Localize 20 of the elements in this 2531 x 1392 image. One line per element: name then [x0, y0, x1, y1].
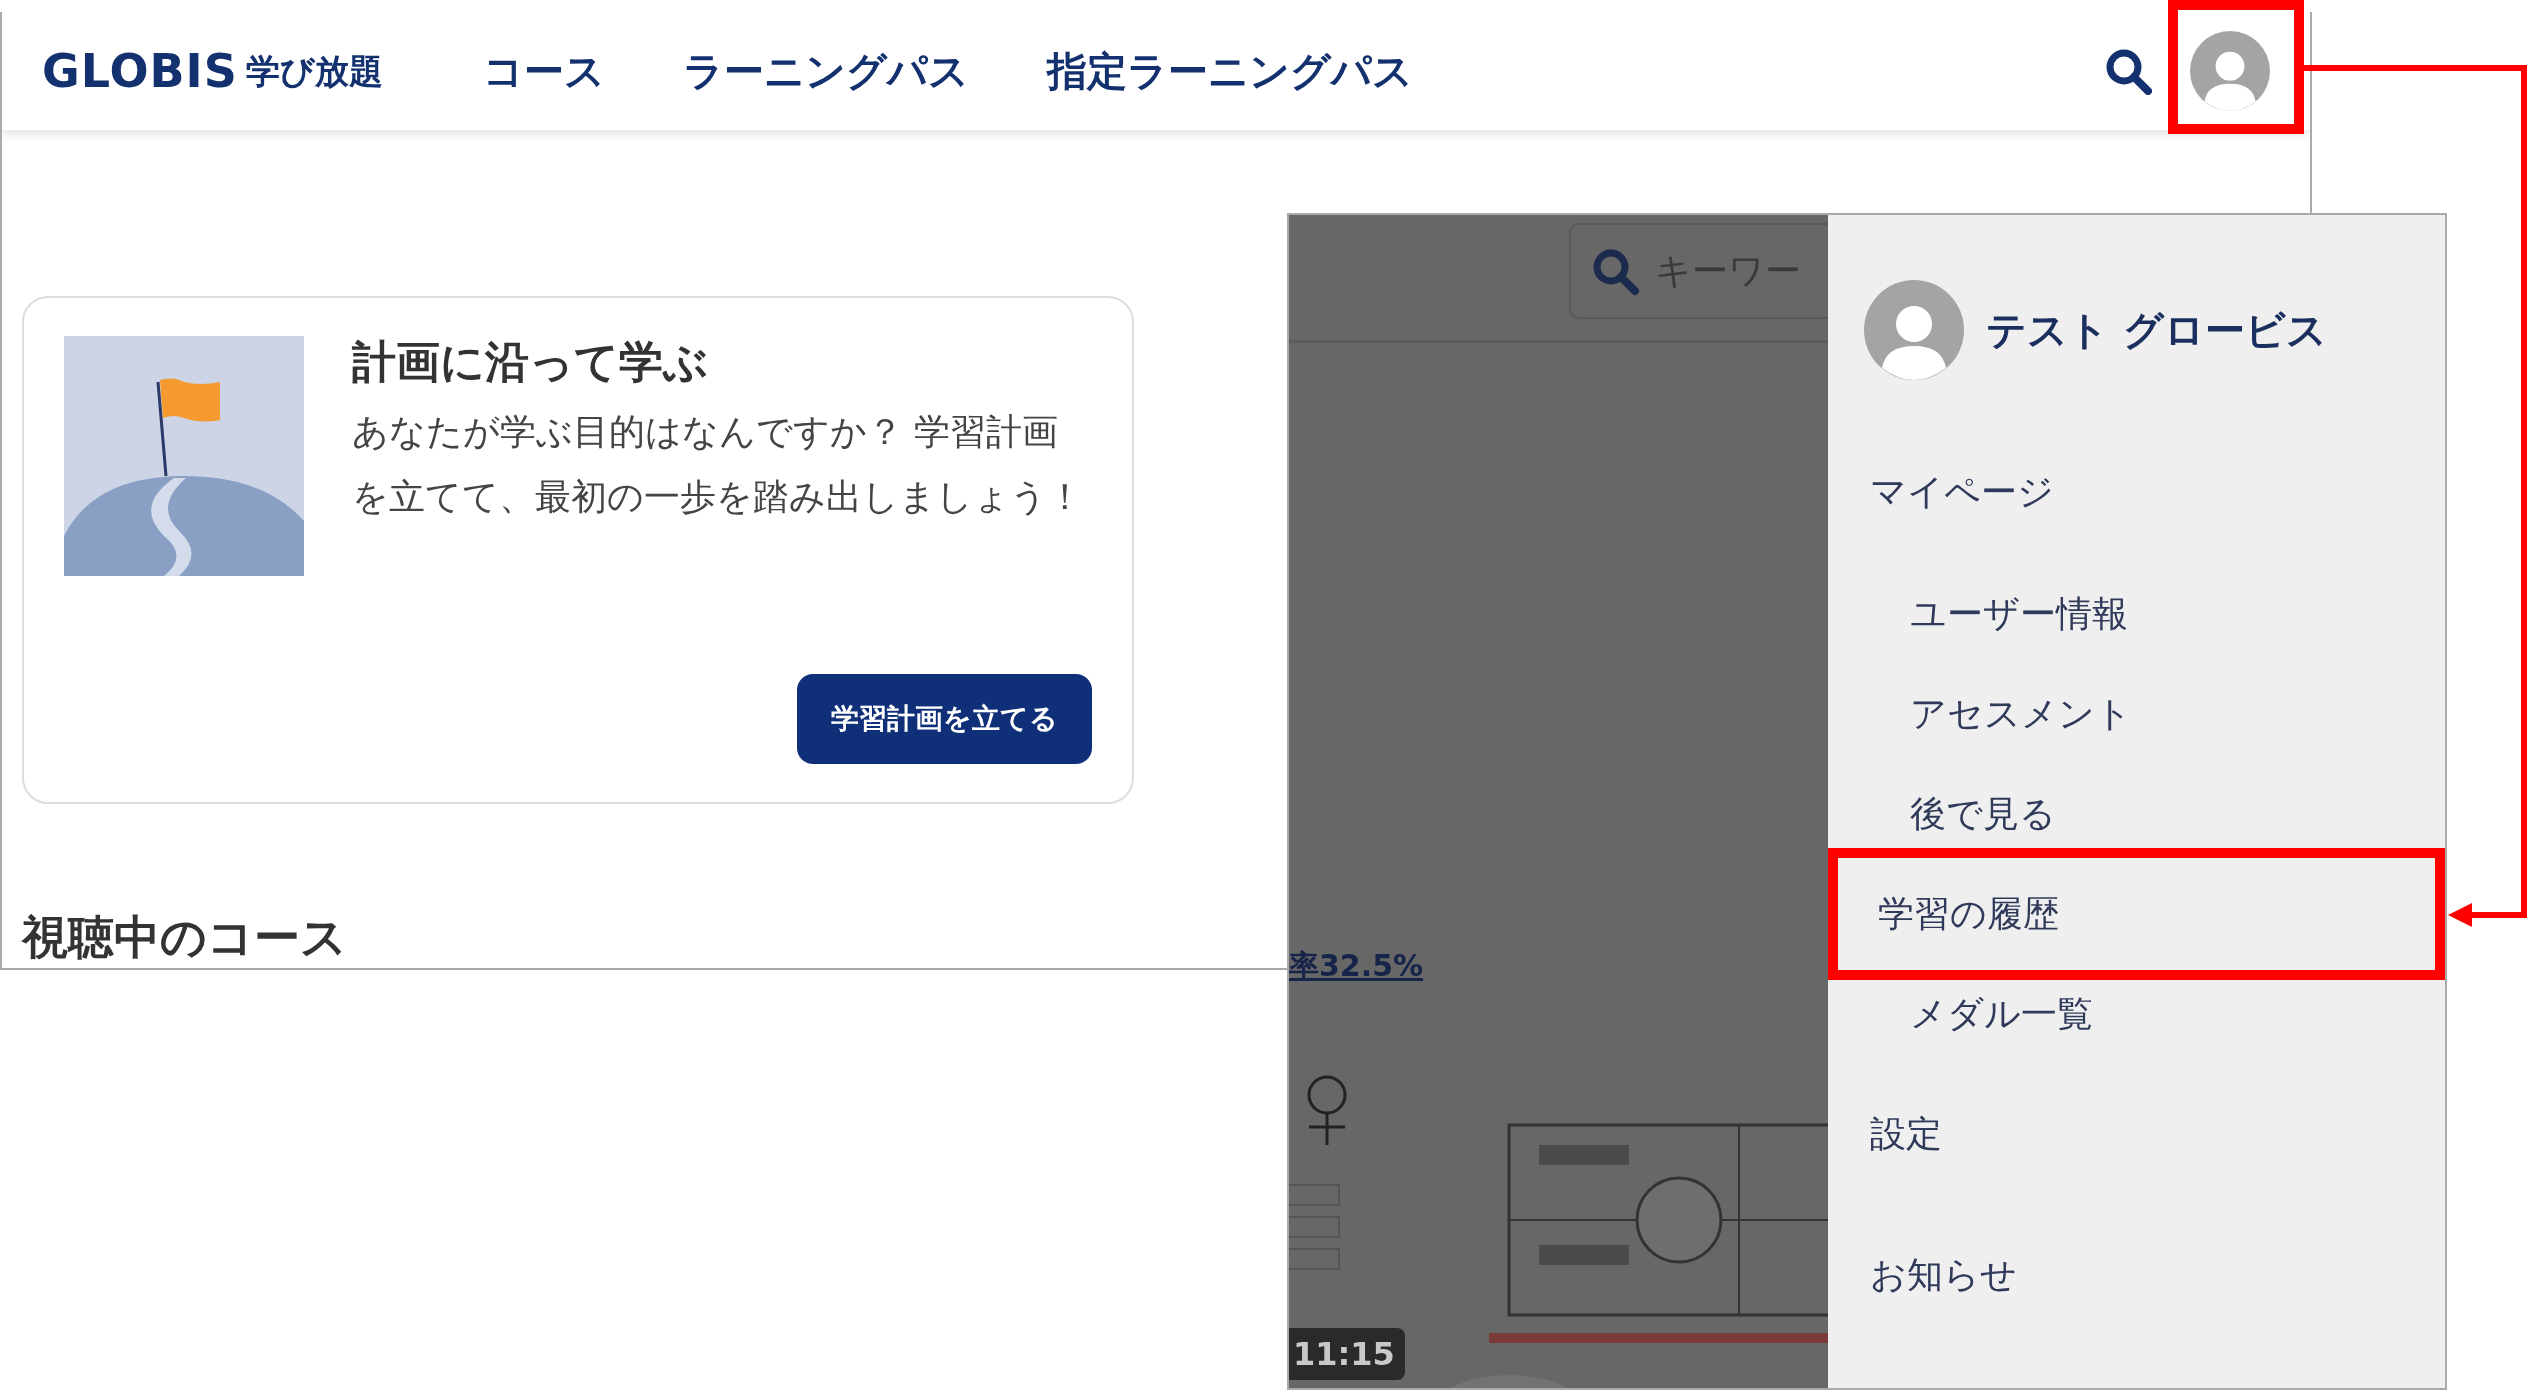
- nav-link[interactable]: 指定ラーニングパス: [1046, 41, 1413, 101]
- search-icon[interactable]: [2104, 47, 2152, 95]
- nav-link[interactable]: ラーニングパス: [682, 41, 969, 101]
- card-title: 計画に沿って学ぶ: [352, 336, 709, 389]
- nav-link[interactable]: コース: [482, 41, 605, 101]
- search-icon: [1591, 247, 1639, 295]
- menu-item[interactable]: マイページ: [1828, 467, 2445, 517]
- avatar-icon: [1864, 280, 1964, 380]
- logo-tagline: 学び放題: [245, 49, 383, 93]
- menu-item[interactable]: 設定: [1828, 1109, 2445, 1159]
- card-description: あなたが学ぶ目的はなんですか？ 学習計画を立てて、最初の一歩を踏み出しましょう！: [352, 409, 1084, 519]
- menu-item[interactable]: アセスメント: [1828, 664, 2445, 764]
- duration-badge: 11:15: [1289, 1328, 1405, 1380]
- logo[interactable]: GLOBIS: [42, 36, 238, 106]
- plan-button[interactable]: 学習計画を立てる: [797, 674, 1092, 764]
- menu-item[interactable]: 学習の履歴: [1828, 848, 2445, 980]
- menu-item[interactable]: ユーザー情報: [1828, 564, 2445, 664]
- user-name: テスト グロービス: [1986, 306, 2327, 355]
- menu-item[interactable]: お知らせ: [1828, 1250, 2445, 1300]
- section-heading: 視聴中のコース: [22, 912, 347, 963]
